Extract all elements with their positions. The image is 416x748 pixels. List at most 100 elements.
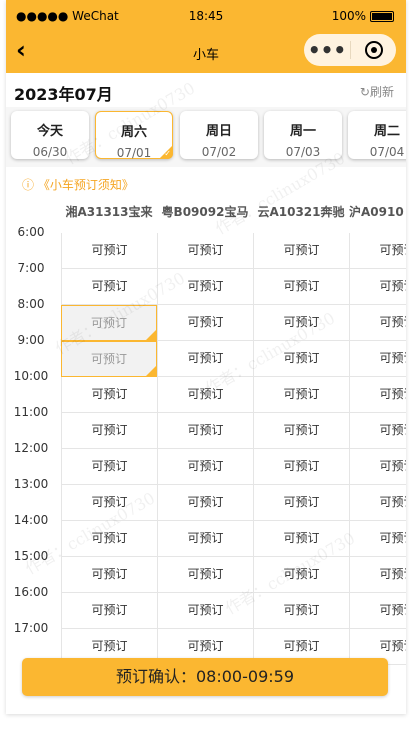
slot-label: 可预订: [187, 495, 224, 509]
slot-cell[interactable]: 可预订: [349, 413, 406, 449]
slot-label: 可预订: [379, 531, 406, 545]
slot-cell[interactable]: 可预订: [253, 377, 349, 413]
slot-cell[interactable]: 可预订: [157, 485, 253, 521]
battery-percent: 100%: [331, 9, 366, 23]
car-column-header: 沪A0910: [349, 205, 404, 219]
hour-label: 17:00: [13, 621, 49, 635]
confirm-booking-button[interactable]: 预订确认：08:00-09:59: [22, 658, 388, 696]
car-column-header: 湘A31313宝来: [65, 205, 153, 219]
slot-cell[interactable]: 可预订: [253, 413, 349, 449]
slot-label: 可预订: [283, 603, 320, 617]
slot-cell[interactable]: 可预订: [349, 449, 406, 485]
slot-label: 可预订: [91, 459, 128, 473]
slot-cell[interactable]: 可预订: [61, 557, 157, 593]
slot-label: 可预订: [283, 279, 320, 293]
slot-label: 可预订: [91, 279, 128, 293]
hour-label: 9:00: [17, 333, 45, 347]
slot-label: 可预订: [187, 639, 224, 653]
slot-label: 可预订: [187, 243, 224, 257]
date-weekday: 周日: [205, 124, 232, 139]
slot-label: 可预订: [187, 603, 224, 617]
slot-cell[interactable]: 可预订: [349, 233, 406, 269]
slot-label: 可预订: [91, 423, 128, 437]
hour-label: 8:00: [17, 297, 45, 311]
more-icon[interactable]: •••: [304, 40, 350, 60]
selected-check-icon: [145, 365, 157, 377]
phone-screen: ●●●●● WeChat 18:45 100% ‹ 小车 ••• 2023年07…: [6, 0, 406, 714]
slot-label: 可预订: [91, 243, 128, 257]
booking-notice: ⓘ 《小车预订须知》: [6, 167, 406, 197]
slot-cell[interactable]: 可预订: [253, 485, 349, 521]
slot-cell[interactable]: 可预订: [349, 305, 406, 341]
nav-bar: ‹ 小车 •••: [6, 30, 406, 73]
slot-label: 可预订: [283, 459, 320, 473]
slot-cell[interactable]: 可预订: [253, 233, 349, 269]
hour-label: 7:00: [17, 261, 45, 275]
slot-label: 可预订: [283, 243, 320, 257]
month-bar: 2023年07月 ↻刷新: [6, 73, 406, 107]
slot-cell[interactable]: 可预订: [253, 269, 349, 305]
hour-label: 13:00: [13, 477, 49, 491]
slot-cell[interactable]: 可预订: [349, 521, 406, 557]
check-icon: ✓: [164, 149, 171, 158]
hour-label: 12:00: [13, 441, 49, 455]
refresh-icon: ↻: [359, 85, 370, 99]
hour-label: 11:00: [13, 405, 49, 419]
slot-label: 可预订: [379, 351, 406, 365]
slot-cell[interactable]: 可预订: [253, 449, 349, 485]
date-card-2[interactable]: 周日 07/02: [180, 111, 258, 159]
date-weekday: 周一: [289, 124, 316, 139]
slot-cell[interactable]: 可预订: [157, 449, 253, 485]
slot-cell[interactable]: 可预订: [61, 377, 157, 413]
slot-label: 可预订: [379, 639, 406, 653]
slot-label: 可预订: [379, 567, 406, 581]
slot-cell[interactable]: 可预订: [157, 521, 253, 557]
date-weekday: 周二: [373, 124, 400, 139]
slot-label: 可预订: [90, 352, 127, 366]
close-program-button[interactable]: [351, 41, 396, 59]
date-weekday: 今天: [36, 124, 63, 139]
slot-cell[interactable]: 可预订: [61, 233, 157, 269]
slot-cell[interactable]: 可预订: [61, 593, 157, 629]
date-value: 07/02: [201, 145, 237, 159]
hour-label: 16:00: [13, 585, 49, 599]
date-card-4[interactable]: 周二 07/04: [348, 111, 406, 159]
slot-cell[interactable]: 可预订: [349, 269, 406, 305]
month-label: 2023年07月: [14, 85, 113, 104]
booking-notice-link[interactable]: ⓘ 《小车预订须知》: [22, 176, 134, 193]
mini-program-capsule: •••: [304, 34, 396, 66]
slot-label: 可预订: [187, 279, 224, 293]
slot-cell[interactable]: 可预订: [349, 341, 406, 377]
refresh-button[interactable]: ↻刷新: [360, 83, 394, 100]
slot-label: 可预订: [379, 387, 406, 401]
slot-label: 可预订: [283, 423, 320, 437]
slot-cell[interactable]: 可预订: [157, 233, 253, 269]
slot-label: 可预订: [379, 315, 406, 329]
status-bar: ●●●●● WeChat 18:45 100%: [6, 0, 406, 30]
refresh-label: 刷新: [369, 85, 394, 99]
slot-label: 可预订: [379, 243, 406, 257]
battery-indicator: 100%: [332, 9, 394, 23]
slot-label: 可预订: [91, 639, 128, 653]
slot-label: 可预订: [187, 531, 224, 545]
slot-cell[interactable]: 可预订: [349, 593, 406, 629]
slot-label: 可预订: [283, 639, 320, 653]
selected-check-icon: [145, 329, 157, 341]
slot-cell[interactable]: 可预订: [349, 557, 406, 593]
hour-label: 10:00: [13, 369, 49, 383]
slot-cell[interactable]: 可预订: [61, 413, 157, 449]
slot-cell[interactable]: 可预订: [157, 413, 253, 449]
slot-cell[interactable]: 可预订: [349, 485, 406, 521]
slot-label: 可预订: [187, 423, 224, 437]
slot-cell[interactable]: 可预订: [157, 305, 253, 341]
slot-label: 可预订: [91, 387, 128, 401]
slot-label: 可预订: [187, 459, 224, 473]
slot-cell[interactable]: 可预订: [61, 449, 157, 485]
slot-label: 可预订: [283, 387, 320, 401]
slot-label: 可预订: [379, 423, 406, 437]
slot-label: 可预订: [379, 603, 406, 617]
slot-label: 可预订: [379, 279, 406, 293]
hour-label: 6:00: [17, 225, 45, 239]
slot-cell[interactable]: 可预订: [349, 377, 406, 413]
schedule-grid: 湘A31313宝来 粤B09092宝马 云A10321奔驰 沪A0910 6:0…: [6, 197, 406, 714]
